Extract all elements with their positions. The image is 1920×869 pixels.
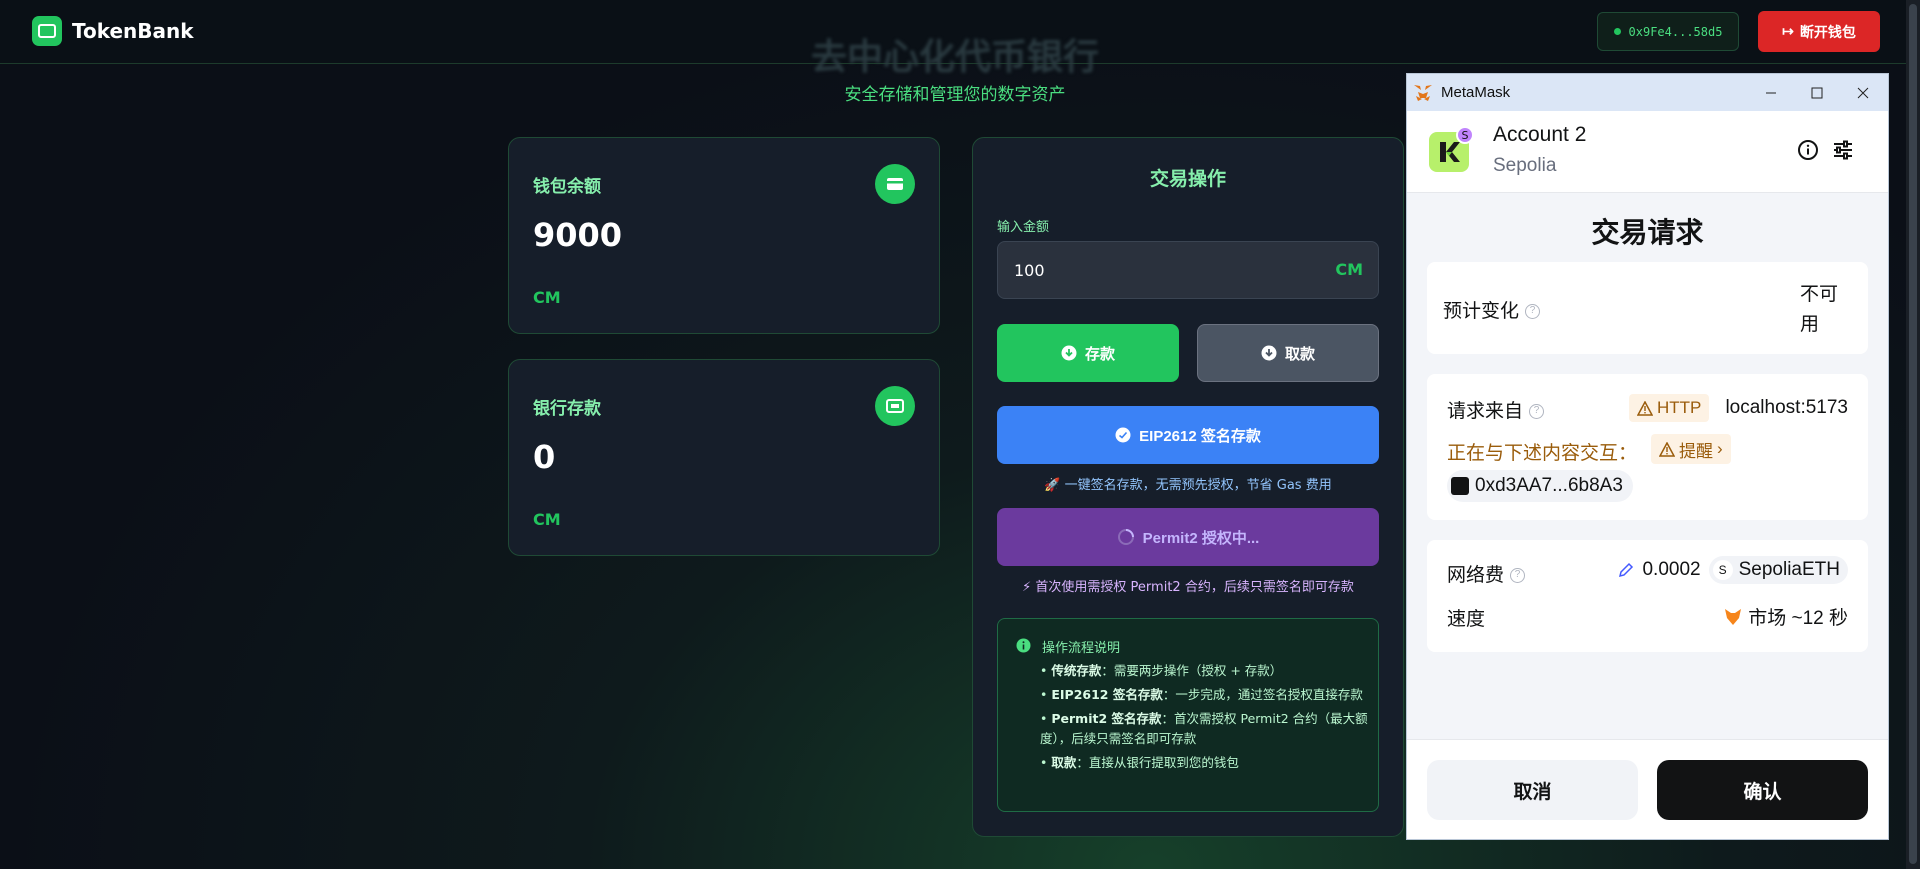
- operations-title: 交易操作: [1149, 168, 1226, 190]
- metamask-body: 交易请求 预计变化? 不可用 请求来自? HTTP localhost:5173…: [1407, 193, 1888, 739]
- minimize-button[interactable]: [1748, 74, 1794, 111]
- metamask-footer: 取消 确认: [1407, 739, 1888, 839]
- token-badge-icon: S: [1712, 560, 1733, 580]
- page-scrollbar[interactable]: [1906, 0, 1920, 869]
- close-window-button[interactable]: [1840, 74, 1886, 111]
- metamask-account-header: S Account 2 Sepolia: [1407, 111, 1888, 193]
- http-warning-tag[interactable]: HTTP: [1629, 394, 1710, 422]
- settings-sliders-icon[interactable]: [1832, 139, 1854, 161]
- network-name: Sepolia: [1493, 155, 1557, 176]
- list-item: • 传统存款：需要两步操作（授权 + 存款）: [1040, 663, 1283, 678]
- warning-icon: [1659, 441, 1675, 457]
- wallet-balance-unit: CM: [533, 288, 561, 307]
- arrow-down-circle-icon: [1261, 345, 1277, 361]
- fee-section: 网络费? 0.0002 S SepoliaETH 速度 市场 ~12 秒: [1427, 540, 1868, 652]
- origin-value: localhost:5173: [1725, 397, 1848, 418]
- signature-icon: [1115, 427, 1131, 443]
- arrow-down-circle-icon: [1061, 345, 1077, 361]
- permit2-note: ⚡ 首次使用需授权 Permit2 合约，后续只需签名即可存款: [1022, 580, 1354, 595]
- flow-title: 操作流程说明: [1042, 641, 1121, 656]
- eip2612-deposit-button[interactable]: EIP2612 签名存款: [997, 406, 1379, 464]
- warning-icon: [1637, 400, 1653, 416]
- origin-label: 请求来自?: [1447, 396, 1545, 423]
- fee-token-pill: S SepoliaETH: [1708, 556, 1848, 584]
- cancel-button[interactable]: 取消: [1427, 760, 1638, 820]
- bank-deposit-card: 银行存款 0 CM: [508, 359, 940, 556]
- eip2612-label: EIP2612 签名存款: [1139, 427, 1261, 445]
- bank-deposit-label: 银行存款: [533, 399, 601, 419]
- flow-list: • 传统存款：需要两步操作（授权 + 存款） • EIP2612 签名存款：一步…: [1040, 661, 1370, 777]
- bank-deposit-unit: CM: [533, 510, 561, 529]
- contract-avatar-icon: [1451, 477, 1469, 495]
- confirm-button[interactable]: 确认: [1657, 760, 1868, 820]
- help-icon: ?: [1525, 304, 1541, 320]
- wallet-balance-label: 钱包余额: [533, 177, 601, 197]
- fee-label: 网络费?: [1447, 560, 1526, 587]
- fee-value-row: 0.0002 S SepoliaETH: [1618, 556, 1848, 584]
- permit2-label: Permit2 授权中...: [1142, 529, 1260, 547]
- wallet-balance-value: 9000: [533, 216, 623, 254]
- list-item: • 取款：直接从银行提取到您的钱包: [1040, 755, 1239, 770]
- help-icon: ?: [1510, 568, 1526, 584]
- request-title: 交易请求: [1591, 217, 1704, 248]
- deposit-button[interactable]: 存款: [997, 324, 1179, 382]
- speed-value-row: 市场 ~12 秒: [1724, 603, 1848, 630]
- alert-tag[interactable]: 提醒 ›: [1651, 434, 1731, 464]
- fox-icon: [1725, 608, 1742, 625]
- scrollbar-thumb[interactable]: [1909, 4, 1917, 864]
- estimated-change-label: 预计变化?: [1443, 296, 1541, 323]
- metamask-fox-icon: [1414, 84, 1432, 101]
- operations-card: 交易操作 输入金额 CM 存款 取款 EIP2612 签名存款 🚀 一键签名存款…: [972, 137, 1404, 837]
- bank-icon: [875, 386, 915, 426]
- fee-value: 0.0002: [1642, 559, 1701, 580]
- account-name[interactable]: Account 2: [1493, 123, 1586, 147]
- credit-card-icon: [875, 164, 915, 204]
- chevron-right-icon: ›: [1717, 439, 1723, 458]
- info-icon[interactable]: [1797, 139, 1819, 161]
- wallet-balance-card: 钱包余额 9000 CM: [508, 137, 940, 334]
- list-item: • EIP2612 签名存款：一步完成，通过签名授权直接存款: [1040, 687, 1363, 702]
- withdraw-label: 取款: [1284, 345, 1315, 363]
- amount-label: 输入金额: [997, 220, 1050, 235]
- speed-label: 速度: [1447, 609, 1486, 630]
- bank-deposit-value: 0: [533, 438, 556, 476]
- eip2612-note: 🚀 一键签名存款，无需预先授权，节省 Gas 费用: [1044, 478, 1332, 493]
- speed-value: 市场 ~12 秒: [1748, 608, 1848, 629]
- deposit-label: 存款: [1084, 345, 1115, 363]
- permit2-button[interactable]: Permit2 授权中...: [997, 508, 1379, 566]
- withdraw-button[interactable]: 取款: [1197, 324, 1379, 382]
- amount-unit: CM: [1335, 260, 1363, 279]
- list-item: • Permit2 签名存款：首次需授权 Permit2 合约（最大额度），后续…: [1040, 711, 1368, 746]
- metamask-titlebar: MetaMask: [1407, 74, 1888, 111]
- metamask-window: MetaMask S Account 2 Sepolia 交易请求 预计变化? …: [1406, 73, 1889, 840]
- estimated-change-value: 不可用: [1800, 284, 1839, 335]
- network-badge: S: [1456, 126, 1474, 144]
- request-origin-section: 请求来自? HTTP localhost:5173 正在与下述内容交互： 提醒 …: [1427, 374, 1868, 520]
- edit-pencil-icon[interactable]: [1618, 562, 1634, 578]
- estimated-change-section: 预计变化? 不可用: [1427, 262, 1868, 354]
- help-icon: ?: [1529, 404, 1545, 420]
- loading-spinner-icon: [1117, 529, 1134, 545]
- contract-address-pill[interactable]: 0xd3AA7...6b8A3: [1447, 470, 1633, 502]
- info-icon: [1016, 638, 1031, 653]
- metamask-window-title: MetaMask: [1441, 84, 1511, 101]
- interacting-label: 正在与下述内容交互：: [1447, 443, 1638, 464]
- flow-instructions: 操作流程说明 • 传统存款：需要两步操作（授权 + 存款） • EIP2612 …: [997, 618, 1379, 812]
- maximize-button[interactable]: [1794, 74, 1840, 111]
- amount-input[interactable]: [997, 241, 1379, 299]
